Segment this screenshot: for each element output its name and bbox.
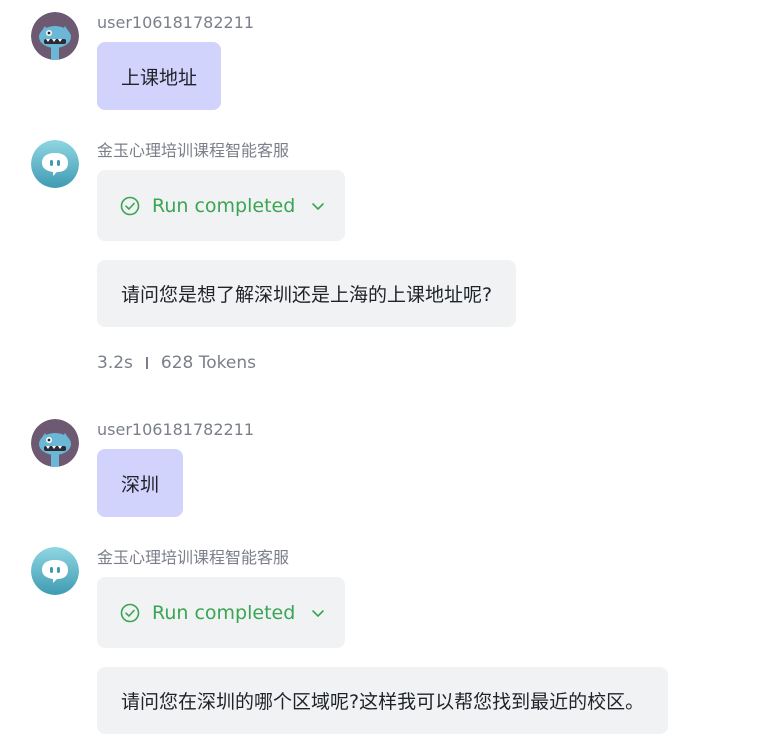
message-sender: user106181782211 xyxy=(97,13,255,32)
response-time: 3.2s xyxy=(97,353,133,373)
message-meta: 3.2s 628 Tokens xyxy=(97,351,256,375)
monster-avatar-icon[interactable] xyxy=(31,12,79,60)
message-sender: 金玉心理培训课程智能客服 xyxy=(97,141,290,160)
bot-message-bubble: 请问您在深圳的哪个区域呢?这样我可以帮您找到最近的校区。 xyxy=(97,667,669,734)
run-status-toggle[interactable]: Run completed xyxy=(97,577,345,648)
token-count: 628 Tokens xyxy=(160,353,256,373)
chevron-down-icon[interactable] xyxy=(310,605,326,621)
bot-message-bubble: 请问您是想了解深圳还是上海的上课地址呢? xyxy=(97,260,517,327)
run-status-toggle[interactable]: Run completed xyxy=(97,170,345,241)
user-message-bubble: 上课地址 xyxy=(97,42,222,110)
user-message-bubble: 深圳 xyxy=(97,449,184,517)
chevron-down-icon[interactable] xyxy=(310,198,326,214)
message-sender: 金玉心理培训课程智能客服 xyxy=(97,548,290,567)
check-circle-icon xyxy=(120,603,140,622)
message-sender: user106181782211 xyxy=(97,420,255,439)
monster-avatar-icon[interactable] xyxy=(31,419,79,467)
chat-bot-avatar-icon[interactable] xyxy=(31,547,79,595)
check-circle-icon xyxy=(120,196,140,215)
meta-divider xyxy=(145,357,148,369)
chat-bot-avatar-icon[interactable] xyxy=(31,140,79,188)
run-status-label: Run completed xyxy=(152,194,296,217)
run-status-label: Run completed xyxy=(152,601,296,624)
